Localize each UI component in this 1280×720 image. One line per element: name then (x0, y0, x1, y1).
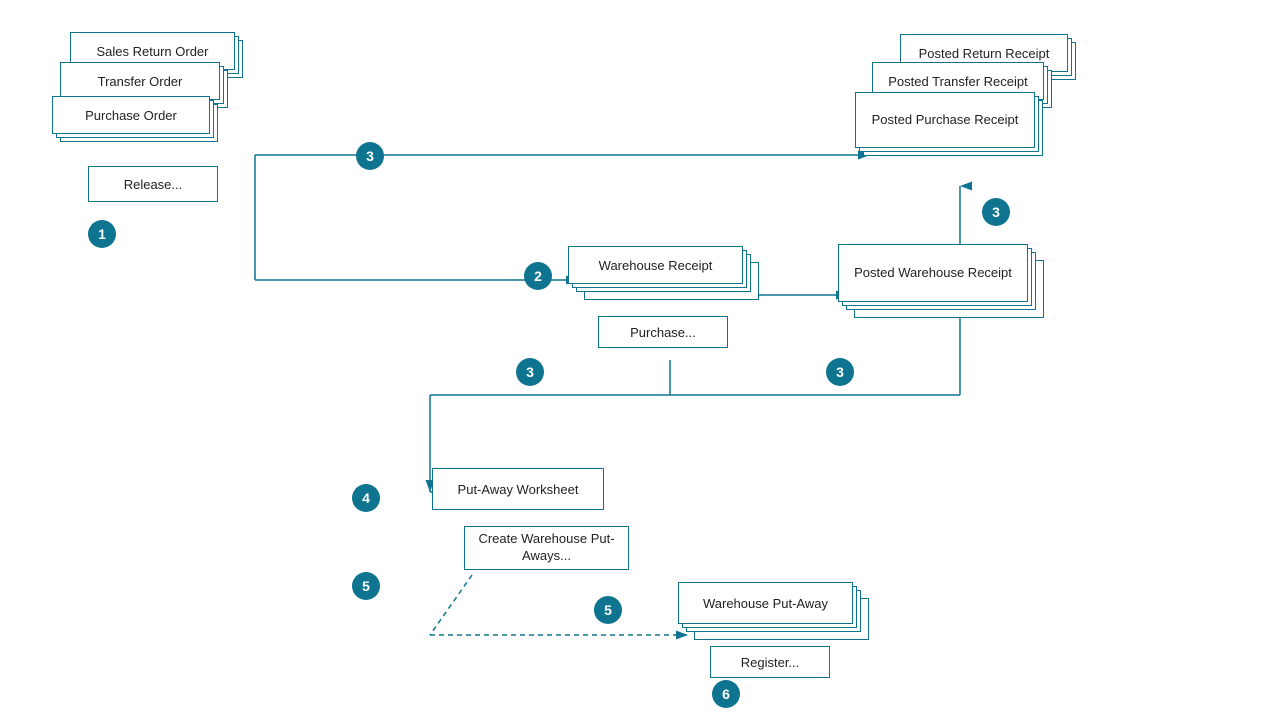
transfer-order-box: Transfer Order (60, 62, 220, 100)
create-put-aways-label: Create Warehouse Put-Aways... (475, 531, 618, 565)
purchase-label: Purchase... (630, 325, 696, 340)
put-away-worksheet-box: Put-Away Worksheet (432, 468, 604, 510)
posted-warehouse-receipt-box: Posted Warehouse Receipt (838, 244, 1028, 302)
badge-2: 2 (524, 262, 552, 290)
posted-purchase-receipt-label: Posted Purchase Receipt (872, 112, 1019, 129)
badge-5a: 5 (352, 572, 380, 600)
put-away-worksheet-label: Put-Away Worksheet (458, 482, 579, 497)
badge-5b: 5 (594, 596, 622, 624)
badge-3d: 3 (826, 358, 854, 386)
purchase-order-label: Purchase Order (85, 108, 177, 123)
release-label: Release... (124, 177, 183, 192)
badge-3a: 3 (356, 142, 384, 170)
badge-3b: 3 (982, 198, 1010, 226)
badge-3c: 3 (516, 358, 544, 386)
sales-return-order-label: Sales Return Order (97, 44, 209, 59)
posted-transfer-receipt-label: Posted Transfer Receipt (888, 74, 1027, 89)
register-box: Register... (710, 646, 830, 678)
badge-6: 6 (712, 680, 740, 708)
warehouse-put-away-box: Warehouse Put-Away (678, 582, 853, 624)
diagram: Sales Return Order Transfer Order Purcha… (0, 0, 1280, 720)
posted-purchase-receipt-box: Posted Purchase Receipt (855, 92, 1035, 148)
badge-1: 1 (88, 220, 116, 248)
warehouse-receipt-box: Warehouse Receipt (568, 246, 743, 284)
posted-return-receipt-label: Posted Return Receipt (919, 46, 1050, 61)
purchase-sub-box: Purchase... (598, 316, 728, 348)
posted-warehouse-receipt-label: Posted Warehouse Receipt (854, 265, 1012, 282)
badge-4: 4 (352, 484, 380, 512)
warehouse-put-away-label: Warehouse Put-Away (703, 596, 828, 611)
warehouse-receipt-label: Warehouse Receipt (599, 258, 713, 273)
create-put-aways-box: Create Warehouse Put-Aways... (464, 526, 629, 570)
purchase-order-box: Purchase Order (52, 96, 210, 134)
transfer-order-label: Transfer Order (98, 74, 183, 89)
register-label: Register... (741, 655, 800, 670)
release-box: Release... (88, 166, 218, 202)
